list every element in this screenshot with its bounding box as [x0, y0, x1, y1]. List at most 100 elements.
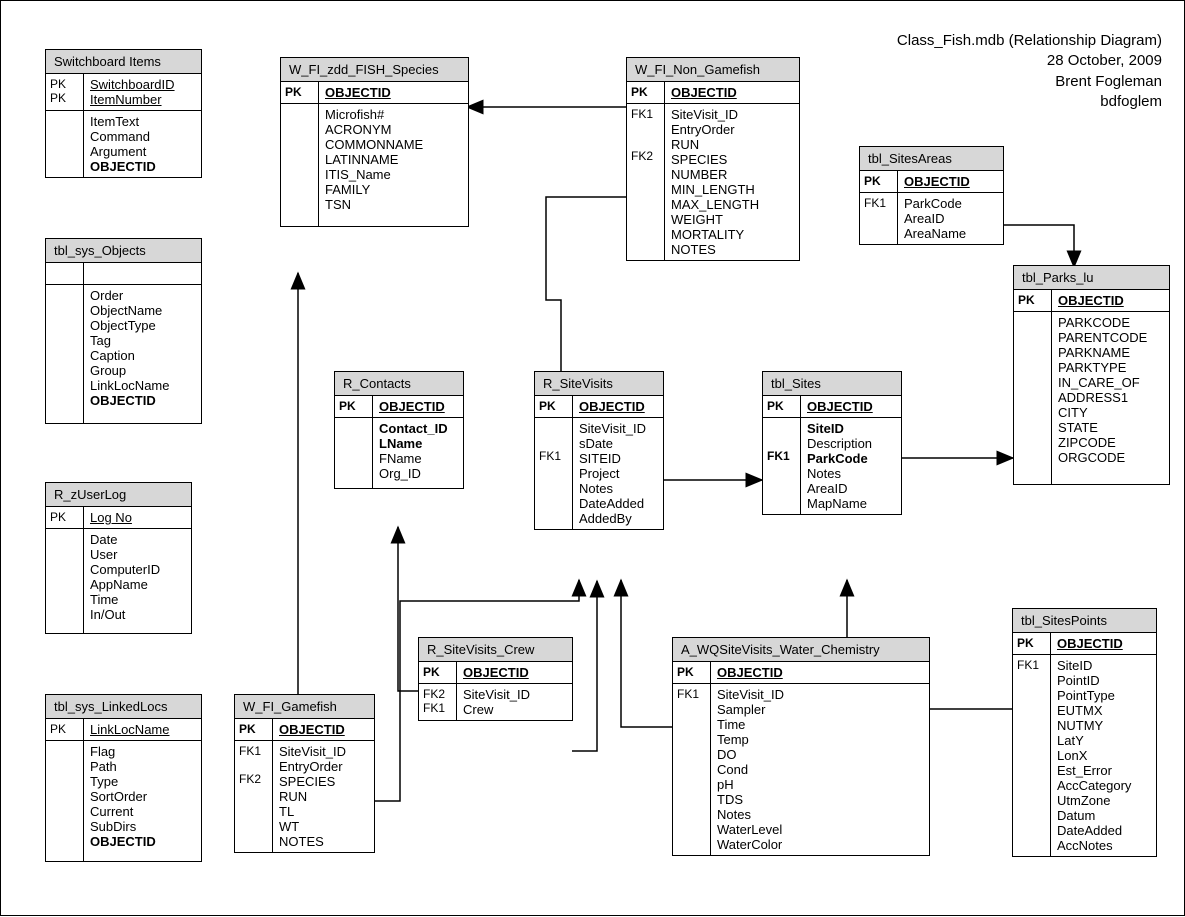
- field: EntryOrder: [671, 122, 759, 137]
- field: Contact_ID: [379, 421, 448, 436]
- key: FK1: [864, 196, 893, 210]
- table-sitevisits: R_SiteVisits PK OBJECTID FK1 SiteVisit_I…: [534, 371, 664, 530]
- key: PK: [1018, 293, 1035, 307]
- field: MORTALITY: [671, 227, 759, 242]
- field: Path: [90, 759, 156, 774]
- field: LinkLocName: [90, 722, 170, 737]
- field: ITIS_Name: [325, 167, 423, 182]
- header-title: Class_Fish.mdb (Relationship Diagram): [897, 31, 1162, 51]
- field: Log No: [90, 510, 132, 525]
- field: ZIPCODE: [1058, 435, 1147, 450]
- key: PK: [239, 722, 256, 736]
- table-title: R_zUserLog: [46, 483, 191, 507]
- field: PARKTYPE: [1058, 360, 1147, 375]
- table-title: R_SiteVisits_Crew: [419, 638, 572, 662]
- field: ItemText: [90, 114, 156, 129]
- field: Time: [90, 592, 160, 607]
- field: Flag: [90, 744, 156, 759]
- field: SPECIES: [671, 152, 759, 167]
- table-sites: tbl_Sites PK OBJECTID FK1 SiteID Descrip…: [762, 371, 902, 515]
- key: PK: [50, 722, 66, 736]
- field: PointType: [1057, 688, 1131, 703]
- field: EntryOrder: [279, 759, 346, 774]
- field: Time: [717, 717, 784, 732]
- field: Crew: [463, 702, 530, 717]
- field: Cond: [717, 762, 784, 777]
- field: LatY: [1057, 733, 1131, 748]
- field: sDate: [579, 436, 646, 451]
- field: Microfish#: [325, 107, 423, 122]
- field: SiteVisit_ID: [579, 421, 646, 436]
- field: SITEID: [579, 451, 646, 466]
- field: OBJECTID: [90, 834, 156, 849]
- field: ORGCODE: [1058, 450, 1147, 465]
- key: PK: [339, 399, 356, 413]
- field: Type: [90, 774, 156, 789]
- field: FName: [379, 451, 448, 466]
- field: ObjectType: [90, 318, 170, 333]
- field: NOTES: [279, 834, 346, 849]
- table-title: tbl_SitesPoints: [1013, 609, 1156, 633]
- key: PK: [285, 85, 302, 99]
- key: FK2: [631, 149, 660, 163]
- field: PARKCODE: [1058, 315, 1147, 330]
- field: MapName: [807, 496, 872, 511]
- table-parks-lu: tbl_Parks_lu PK OBJECTID PARKCODE PARENT…: [1013, 265, 1170, 485]
- key: PK: [1017, 636, 1034, 650]
- table-title: tbl_sys_Objects: [46, 239, 201, 263]
- field: SiteVisit_ID: [279, 744, 346, 759]
- key: PK: [631, 85, 648, 99]
- field: STATE: [1058, 420, 1147, 435]
- key: PK: [50, 91, 79, 105]
- table-title: R_Contacts: [335, 372, 463, 396]
- field: OBJECTID: [279, 722, 345, 737]
- field: AreaID: [904, 211, 966, 226]
- field: ParkCode: [904, 196, 966, 211]
- table-water-chemistry: A_WQSiteVisits_Water_Chemistry PK OBJECT…: [672, 637, 930, 856]
- field: CITY: [1058, 405, 1147, 420]
- field: TSN: [325, 197, 423, 212]
- field: Order: [90, 288, 170, 303]
- field: DateAdded: [579, 496, 646, 511]
- table-title: tbl_Parks_lu: [1014, 266, 1169, 290]
- field: SiteID: [807, 421, 872, 436]
- field: SiteVisit_ID: [717, 687, 784, 702]
- field: SortOrder: [90, 789, 156, 804]
- field: WEIGHT: [671, 212, 759, 227]
- field: SiteVisit_ID: [463, 687, 530, 702]
- field: SiteID: [1057, 658, 1131, 673]
- field: SwitchboardID: [90, 77, 175, 92]
- table-contacts: R_Contacts PK OBJECTID Contact_ID LName …: [334, 371, 464, 489]
- field: User: [90, 547, 160, 562]
- field: Current: [90, 804, 156, 819]
- field: RUN: [671, 137, 759, 152]
- field: PARENTCODE: [1058, 330, 1147, 345]
- table-title: W_FI_Non_Gamefish: [627, 58, 799, 82]
- field: Project: [579, 466, 646, 481]
- field: Caption: [90, 348, 170, 363]
- field: Notes: [717, 807, 784, 822]
- diagram-header: Class_Fish.mdb (Relationship Diagram) 28…: [897, 31, 1162, 112]
- field: LName: [379, 436, 448, 451]
- table-title: tbl_SitesAreas: [860, 147, 1003, 171]
- field: OBJECTID: [90, 159, 156, 174]
- field: Notes: [579, 481, 646, 496]
- field: Group: [90, 363, 170, 378]
- field: Notes: [807, 466, 872, 481]
- table-linkedlocs: tbl_sys_LinkedLocs PK LinkLocName Flag P…: [45, 694, 202, 862]
- key: FK1: [423, 701, 452, 715]
- table-sitesareas: tbl_SitesAreas PK OBJECTID FK1 ParkCode …: [859, 146, 1004, 245]
- field: LonX: [1057, 748, 1131, 763]
- field: OBJECTID: [325, 85, 391, 100]
- field: ACRONYM: [325, 122, 423, 137]
- field: PARKNAME: [1058, 345, 1147, 360]
- field: Date: [90, 532, 160, 547]
- field: MAX_LENGTH: [671, 197, 759, 212]
- field: ADDRESS1: [1058, 390, 1147, 405]
- field: IN_CARE_OF: [1058, 375, 1147, 390]
- header-author: Brent Fogleman: [897, 72, 1162, 92]
- field: NUTMY: [1057, 718, 1131, 733]
- field: AppName: [90, 577, 160, 592]
- field: DateAdded: [1057, 823, 1131, 838]
- field: Datum: [1057, 808, 1131, 823]
